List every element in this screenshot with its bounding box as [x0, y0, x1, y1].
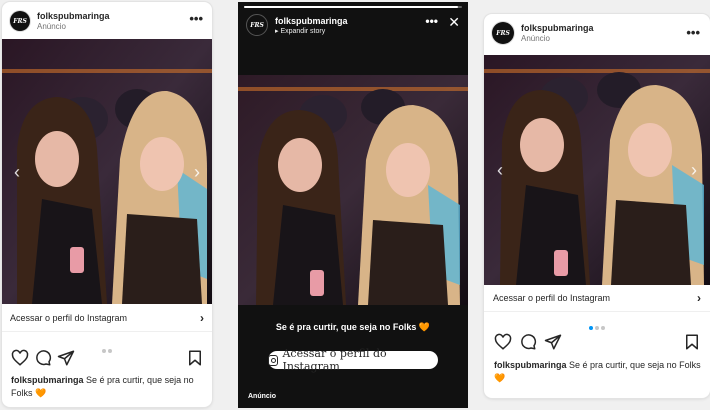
carousel-dot-active	[589, 326, 593, 330]
share-icon[interactable]	[544, 333, 562, 351]
post-caption: folkspubmaringa Se é pra curtir, que sej…	[11, 374, 206, 400]
carousel-prev-arrow[interactable]: ‹	[10, 162, 24, 182]
instagram-icon	[268, 354, 279, 366]
photo-illustration	[484, 55, 710, 285]
story-preview: FRS folkspubmaringa ▸ Expandir story •••…	[238, 2, 468, 408]
post-header: FRS folkspubmaringa Anúncio	[484, 20, 710, 46]
post-actions	[2, 349, 212, 369]
sponsored-label: Anúncio	[37, 22, 66, 31]
caption-emoji: 🧡	[35, 388, 47, 398]
story-sponsored-label: Anúncio	[248, 393, 276, 400]
brand-avatar[interactable]: FRS	[246, 14, 268, 36]
bookmark-icon[interactable]	[186, 349, 204, 367]
expand-story-link[interactable]: ▸ Expandir story	[275, 27, 348, 35]
more-options-icon[interactable]: •••	[425, 14, 438, 28]
comment-icon[interactable]	[519, 333, 537, 351]
feed-post-preview-left: FRS folkspubmaringa Anúncio ••• ‹ › Aces…	[2, 2, 212, 407]
caption-username[interactable]: folkspubmaringa	[11, 375, 84, 385]
brand-avatar[interactable]: FRS	[492, 22, 514, 44]
carousel-dot	[601, 326, 605, 330]
more-options-icon[interactable]: •••	[686, 26, 700, 39]
caption-emoji: 🧡	[494, 373, 506, 383]
photo-illustration	[2, 39, 212, 304]
cta-label[interactable]: Acessar o perfil do Instagram	[10, 313, 127, 323]
feed-post-preview-right: FRS folkspubmaringa Anúncio ••• ‹ › Aces…	[484, 14, 710, 398]
post-actions	[484, 333, 710, 353]
caption-username[interactable]: folkspubmaringa	[494, 360, 567, 370]
chevron-right-icon[interactable]: ›	[200, 311, 204, 325]
post-username[interactable]: folkspubmaringa	[521, 23, 594, 33]
post-photo: ‹ ›	[2, 39, 212, 304]
cta-row[interactable]: Acessar o perfil do Instagram ›	[484, 285, 710, 312]
carousel-next-arrow[interactable]: ›	[687, 160, 701, 180]
story-cta-label[interactable]: Acessar o perfil do Instagram	[282, 347, 438, 373]
story-cta-button[interactable]: Acessar o perfil do Instagram	[268, 347, 438, 373]
close-icon[interactable]: ✕	[448, 14, 460, 30]
brand-avatar[interactable]: FRS	[10, 11, 30, 31]
bookmark-icon[interactable]	[683, 333, 701, 351]
carousel-dot	[595, 326, 599, 330]
carousel-prev-arrow[interactable]: ‹	[493, 160, 507, 180]
heart-icon[interactable]	[494, 333, 512, 351]
post-photo: ‹ ›	[484, 55, 710, 285]
post-caption: folkspubmaringa Se é pra curtir, que sej…	[494, 359, 702, 385]
caption-text: Se é pra curtir, que seja no Folks	[569, 360, 701, 370]
cta-row[interactable]: Acessar o perfil do Instagram ›	[2, 305, 212, 332]
comment-icon[interactable]	[34, 349, 52, 367]
story-username[interactable]: folkspubmaringa	[275, 16, 348, 26]
sponsored-label: Anúncio	[521, 34, 550, 43]
story-caption-text: Se é pra curtir, que seja no Folks	[275, 322, 417, 332]
heart-icon[interactable]	[11, 349, 29, 367]
share-icon[interactable]	[57, 349, 75, 367]
cta-label[interactable]: Acessar o perfil do Instagram	[493, 293, 610, 303]
story-photo	[238, 75, 468, 305]
carousel-next-arrow[interactable]: ›	[190, 162, 204, 182]
post-header: FRS folkspubmaringa Anúncio	[2, 8, 212, 34]
chevron-right-icon[interactable]: ›	[697, 291, 701, 305]
photo-illustration	[238, 75, 468, 305]
post-username[interactable]: folkspubmaringa	[37, 11, 110, 21]
story-caption: Se é pra curtir, que seja no Folks 🧡	[238, 322, 468, 333]
story-progress-bar	[244, 6, 462, 8]
story-caption-emoji: 🧡	[418, 322, 431, 332]
more-options-icon[interactable]: •••	[189, 12, 203, 25]
